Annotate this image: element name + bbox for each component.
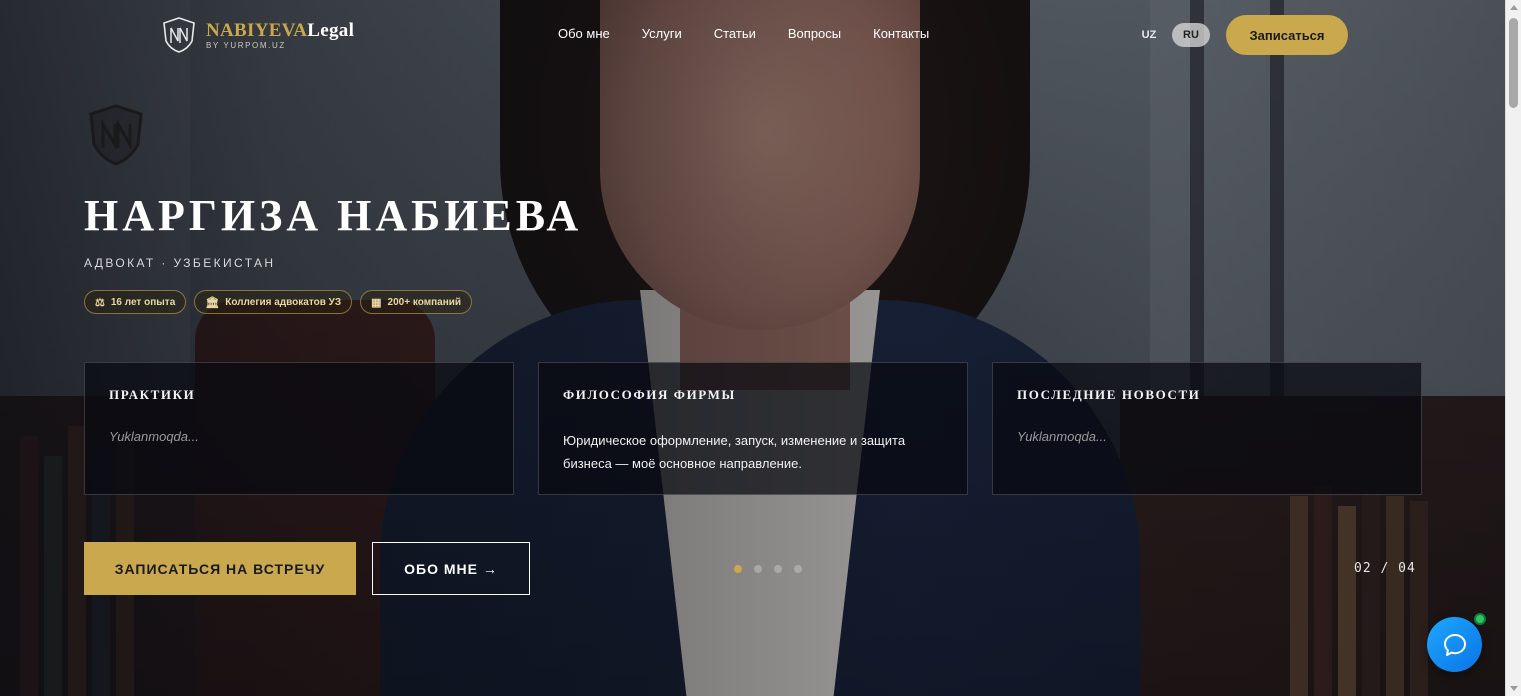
header-book-button[interactable]: Записаться [1226,15,1348,55]
nav-item-contacts[interactable]: Контакты [873,26,929,41]
nav-item-faq[interactable]: Вопросы [788,26,841,41]
courthouse-icon: 🏛 [205,296,220,309]
badge-label: 16 лет опыта [110,296,176,308]
scrollbar-thumb[interactable] [1509,18,1518,108]
badge-bar-association: 🏛 Коллегия адвокатов УЗ [194,290,353,314]
lang-uz-button[interactable]: UZ [1134,23,1164,47]
nav-item-about[interactable]: Обо мне [558,26,610,41]
card-title: ПРАКТИКИ [109,387,196,402]
slide-counter: 02 / 04 [1354,561,1416,576]
slider-dot-1[interactable] [734,565,742,573]
slider-dot-3[interactable] [774,565,782,573]
badge-label: Коллегия адвокатов УЗ [225,296,342,308]
card-title: ФИЛОСОФИЯ ФИРМЫ [563,387,736,402]
nav-item-services[interactable]: Услуги [642,26,682,41]
book-meeting-button[interactable]: ЗАПИСАТЬСЯ НА ВСТРЕЧУ [84,542,356,595]
chat-bubble-icon [1443,633,1466,656]
card-loading-text: Yuklanmoqda... [1017,429,1107,444]
chat-widget-button[interactable] [1427,617,1482,672]
hero-title: НАРГИЗА НАБИЕВА [84,191,583,240]
card-philosophy[interactable]: ФИЛОСОФИЯ ФИРМЫ Юридическое оформление, … [538,362,968,495]
card-news[interactable]: ПОСЛЕДНИЕ НОВОСТИ Yuklanmoqda... [992,362,1422,495]
building-icon: ▦ [371,296,382,309]
scroll-up-arrow-icon[interactable] [1510,5,1518,10]
scroll-down-arrow-icon[interactable] [1510,686,1518,691]
badge-label: 200+ компаний [387,296,462,308]
hero-subtitle: АДВОКАТ · УЗБЕКИСТАН [84,256,276,270]
page-scrollbar[interactable] [1505,0,1521,696]
card-title: ПОСЛЕДНИЕ НОВОСТИ [1017,387,1201,402]
main-nav: Обо мне Услуги Статьи Вопросы Контакты [558,26,961,41]
slider-dot-4[interactable] [794,565,802,573]
online-status-dot [1474,613,1486,625]
nav-item-articles[interactable]: Статьи [714,26,756,41]
slider-dot-2[interactable] [754,565,762,573]
shield-logo-icon [163,17,195,53]
card-body-text: Юридическое оформление, запуск, изменени… [563,433,906,471]
badge-experience: ⚖ 16 лет опыта [84,290,187,314]
card-loading-text: Yuklanmoqda... [109,429,199,444]
site-logo[interactable]: NABIYEVALegal BY YURPOM.UZ [162,17,354,53]
slider-dots [734,565,802,573]
about-me-button[interactable]: ОБО МНЕ → [372,542,530,595]
card-practices[interactable]: ПРАКТИКИ Yuklanmoqda... [84,362,514,495]
badge-companies: ▦ 200+ компаний [360,290,473,314]
lang-ru-button[interactable]: RU [1172,23,1210,47]
shield-emblem-icon [89,104,143,166]
hero-badges: ⚖ 16 лет опыта 🏛 Коллегия адвокатов УЗ ▦… [84,290,473,314]
logo-wordmark: NABIYEVALegal [206,19,355,41]
logo-tagline: BY YURPOM.UZ [206,40,286,50]
scales-icon: ⚖ [95,296,105,309]
